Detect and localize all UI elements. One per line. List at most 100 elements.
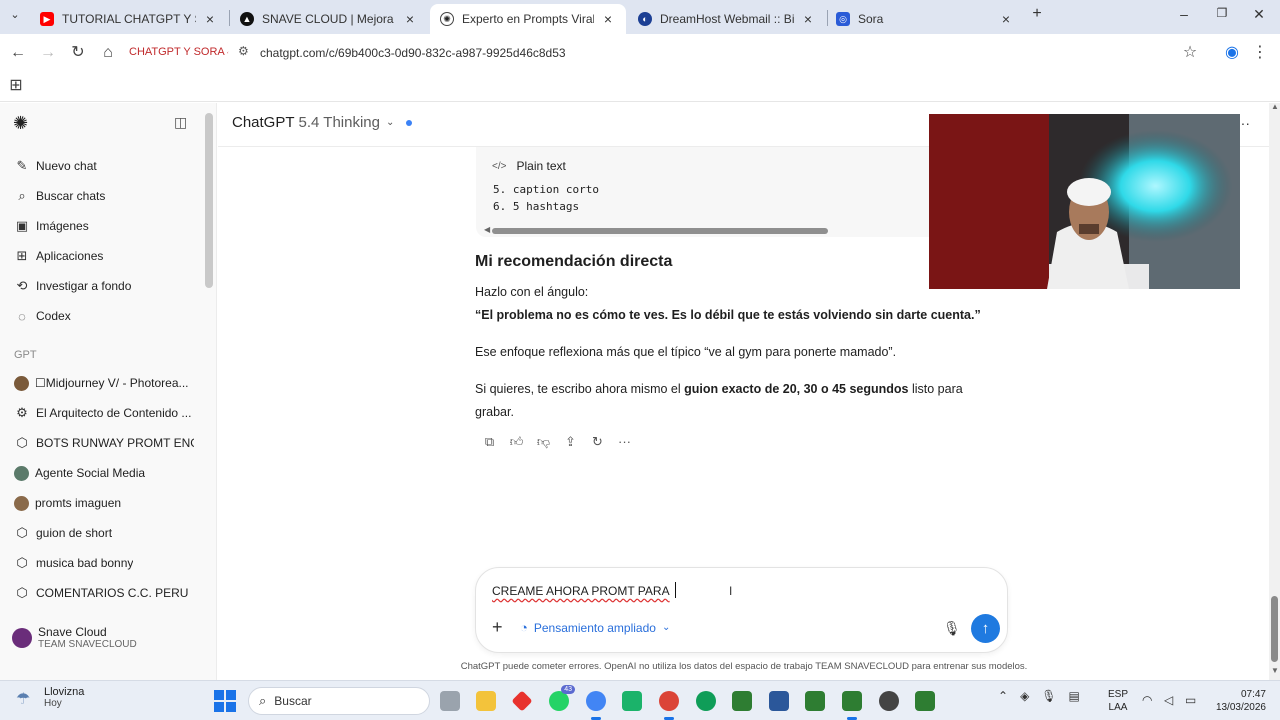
- prompt-input[interactable]: CREAME AHORA PROMT PARA: [492, 584, 670, 598]
- window-close-button[interactable]: ✕: [1244, 6, 1274, 23]
- text-caret: [675, 582, 676, 598]
- chrome-profile-2-icon[interactable]: [696, 691, 716, 711]
- word-icon[interactable]: [769, 691, 789, 711]
- bookmark-star-icon[interactable]: ☆: [1180, 43, 1200, 63]
- chrome-icon[interactable]: [586, 691, 606, 720]
- sidebar-item-deep-research[interactable]: ⟲ Investigar a fondo: [14, 275, 194, 297]
- tab-tutorial[interactable]: ▶ TUTORIAL CHATGPT Y SORA 2 ×: [30, 4, 228, 34]
- scroll-left-icon[interactable]: ◀: [484, 225, 490, 234]
- app-shortcut-icon[interactable]: [842, 691, 862, 720]
- copy-icon[interactable]: ⧉: [476, 434, 503, 450]
- sidebar-item-search-chats[interactable]: ⌕ Buscar chats: [14, 185, 194, 207]
- bookmark-chatgpt-sora[interactable]: CHATGPT Y SORA 4: [129, 46, 233, 58]
- tab-dreamhost[interactable]: ◐ DreamHost Webmail :: Bienven ×: [628, 4, 826, 34]
- tab-sora[interactable]: ◎ Sora ×: [826, 4, 1024, 34]
- profile-icon[interactable]: ◉: [1222, 43, 1242, 63]
- scroll-down-icon[interactable]: ▼: [1271, 666, 1279, 675]
- sidebar-item-new-chat[interactable]: ✎ Nuevo chat: [14, 155, 194, 177]
- tray-display-icon[interactable]: ▤: [1069, 689, 1080, 703]
- openai-logo-icon[interactable]: ✺: [13, 113, 28, 134]
- sidebar-item-label: BOTS RUNWAY PROMT ENG...: [36, 436, 194, 450]
- windows-start-button[interactable]: [214, 690, 236, 712]
- sidebar-item-label: El Arquitecto de Contenido ...: [36, 406, 192, 420]
- new-tab-button[interactable]: +: [1022, 5, 1052, 23]
- main-scrollbar[interactable]: ▲ ▼: [1269, 102, 1280, 680]
- close-icon[interactable]: ×: [402, 11, 418, 27]
- thumbs-down-icon[interactable]: 👎︎: [530, 434, 557, 450]
- sidebar-item-label: Investigar a fondo: [36, 279, 132, 293]
- sidebar-item-codex[interactable]: ◌ Codex: [14, 305, 194, 327]
- chrome-profile-icon[interactable]: [659, 691, 679, 720]
- add-attachment-button[interactable]: +: [492, 618, 503, 636]
- microphone-icon[interactable]: 🎙︎: [1041, 689, 1056, 703]
- back-icon[interactable]: ←: [8, 43, 28, 63]
- sidebar-scrollbar[interactable]: [205, 113, 213, 288]
- forward-icon[interactable]: →: [38, 43, 58, 63]
- message-composer[interactable]: CREAME AHORA PROMT PARA I + ◔ Pensamient…: [475, 567, 1008, 653]
- chatgpt-app-icon[interactable]: [879, 691, 899, 711]
- sidebar-gpt-midjourney[interactable]: ☐Midjourney V/ - Photorea...: [14, 372, 194, 394]
- sidebar-gpt-arquitecto[interactable]: ⚙ El Arquitecto de Contenido ...: [14, 402, 194, 424]
- reload-icon[interactable]: ↻: [68, 43, 88, 63]
- clock[interactable]: 07:47 13/03/2026: [1210, 688, 1266, 714]
- sidebar-gpt-agente-social[interactable]: Agente Social Media: [14, 462, 194, 484]
- whatsapp-icon[interactable]: 43: [549, 685, 575, 711]
- app-red-icon[interactable]: [511, 690, 533, 712]
- model-selector[interactable]: ChatGPT 5.4 Thinking ⌄: [232, 114, 413, 131]
- address-bar[interactable]: ⚙ chatgpt.com/c/69b400c3-0d90-832c-a987-…: [228, 38, 1228, 67]
- regenerate-icon[interactable]: ↻: [584, 434, 611, 450]
- code-language: Plain text: [516, 159, 566, 173]
- weather-widget[interactable]: ☂ Llovizna Hoy: [16, 686, 84, 709]
- thinking-mode-button[interactable]: ◔ Pensamiento ampliado ⌄: [520, 620, 670, 635]
- share-icon[interactable]: ⇪: [557, 434, 584, 450]
- close-icon[interactable]: ×: [600, 11, 616, 27]
- task-view-icon[interactable]: [440, 691, 460, 711]
- send-button[interactable]: ↑: [971, 614, 1000, 643]
- tray-app-icon[interactable]: ◈: [1020, 689, 1029, 703]
- bookmarks-bar: ⊞: [0, 72, 1280, 102]
- rain-cloud-icon: ☂: [16, 690, 31, 708]
- close-icon[interactable]: ×: [800, 11, 816, 27]
- app-shortcut-icon[interactable]: [915, 691, 935, 711]
- language-indicator[interactable]: ESP LAA: [1108, 688, 1128, 714]
- sidebar-item-images[interactable]: ▣ Imágenes: [14, 215, 194, 237]
- home-icon[interactable]: ⌂: [98, 43, 118, 63]
- apps-grid-icon[interactable]: ⊞: [6, 76, 26, 96]
- minimize-button[interactable]: –: [1169, 6, 1199, 22]
- file-explorer-icon[interactable]: [476, 691, 496, 711]
- close-icon[interactable]: ×: [998, 11, 1014, 27]
- site-settings-icon[interactable]: ⚙: [238, 44, 249, 58]
- scroll-thumb[interactable]: [1271, 596, 1278, 662]
- sidebar-gpt-promts-imaguen[interactable]: promts imaguen: [14, 492, 194, 514]
- browser-menu-icon[interactable]: ⋮: [1250, 43, 1270, 63]
- search-icon: ⌕: [259, 693, 267, 708]
- app-shortcut-icon[interactable]: [805, 691, 825, 711]
- taskbar-search[interactable]: ⌕ Buscar: [248, 687, 430, 715]
- sidebar-gpt-bots-runway[interactable]: ⬡ BOTS RUNWAY PROMT ENG...: [14, 432, 194, 454]
- code-icon: </>: [492, 160, 507, 172]
- chevron-up-icon[interactable]: ⌃: [998, 689, 1008, 703]
- tab-search-icon[interactable]: ⌄: [0, 8, 30, 21]
- microphone-icon[interactable]: 🎙︎: [943, 620, 961, 637]
- restore-button[interactable]: ❐: [1207, 6, 1237, 20]
- toggle-sidebar-icon[interactable]: ◫: [174, 114, 187, 131]
- volume-icon[interactable]: ◁: [1164, 693, 1173, 707]
- scroll-thumb[interactable]: [492, 228, 828, 234]
- tab-snave-cloud[interactable]: ▲ SNAVE CLOUD | Mejora Contin ×: [230, 4, 428, 34]
- thumbs-up-icon[interactable]: 👍︎: [503, 434, 530, 450]
- app-green-icon[interactable]: [622, 691, 642, 711]
- sidebar-gpt-comentarios[interactable]: ⬡ COMENTARIOS C.C. PERU: [14, 582, 194, 604]
- scroll-up-icon[interactable]: ▲: [1271, 102, 1279, 111]
- code-horizontal-scrollbar[interactable]: ◀: [484, 225, 944, 235]
- status-dot: [406, 119, 413, 126]
- sidebar-gpt-guion-short[interactable]: ⬡ guion de short: [14, 522, 194, 544]
- user-profile[interactable]: Snave Cloud TEAM SNAVECLOUD: [12, 625, 137, 650]
- battery-icon[interactable]: ▭: [1185, 693, 1196, 707]
- close-icon[interactable]: ×: [202, 11, 218, 27]
- wifi-icon[interactable]: ◠: [1142, 693, 1152, 707]
- more-actions-icon[interactable]: ···: [611, 434, 638, 450]
- sidebar-gpt-musica[interactable]: ⬡ musica bad bonny: [14, 552, 194, 574]
- app-shortcut-icon[interactable]: [732, 691, 752, 711]
- sidebar-item-apps[interactable]: ⊞ Aplicaciones: [14, 245, 194, 267]
- tab-experto-prompts[interactable]: ✺ Experto en Prompts Virales ×: [430, 4, 626, 34]
